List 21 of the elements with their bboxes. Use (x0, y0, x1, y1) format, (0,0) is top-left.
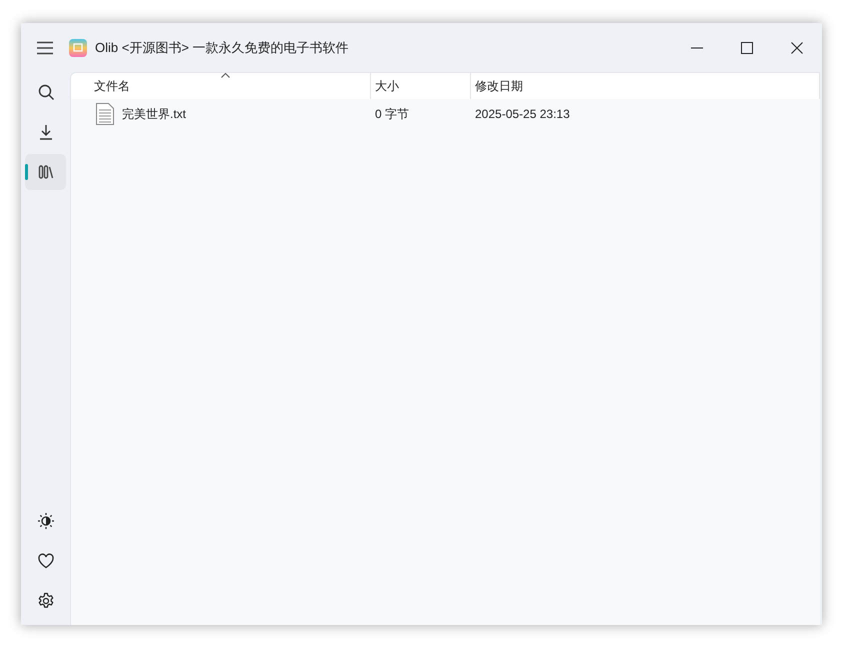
text-file-icon (96, 103, 114, 125)
menu-icon (36, 40, 54, 54)
search-icon (36, 83, 54, 101)
file-name: 完美世界.txt (122, 106, 186, 123)
minimize-icon (691, 46, 703, 48)
column-header[interactable]: 大小 (371, 73, 471, 99)
sort-ascending-icon (220, 73, 230, 78)
modified-date: 2025-05-25 23:13 (474, 106, 570, 123)
heart-icon (36, 552, 54, 570)
column-header[interactable]: 文件名 (71, 73, 371, 99)
window-title: Olib <开源图书> 一款永久免费的电子书软件 (95, 38, 349, 57)
maximize-icon (741, 42, 753, 54)
books-icon (36, 163, 54, 181)
app-logo-icon (69, 38, 87, 56)
settings-icon (36, 592, 54, 610)
brightness-icon (36, 512, 54, 530)
column-header[interactable]: 修改日期 (471, 73, 820, 99)
selection-indicator (25, 164, 28, 180)
close-icon (791, 42, 803, 54)
file-size: 0 字节 (374, 106, 410, 123)
library-nav-button[interactable] (25, 154, 66, 190)
